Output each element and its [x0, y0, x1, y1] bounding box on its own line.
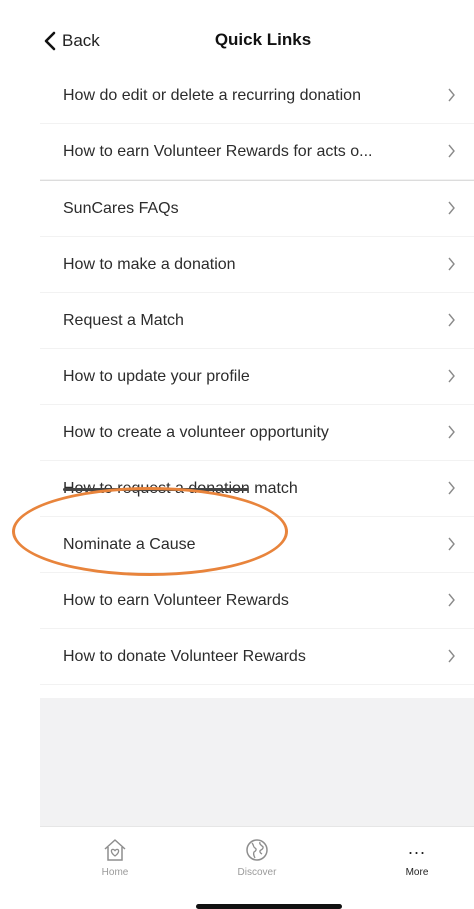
list-item-label: How to earn Volunteer Rewards [63, 591, 289, 609]
link-update-profile[interactable]: How to update your profile [40, 349, 474, 405]
chevron-right-icon [447, 481, 456, 500]
list-item-label: How to make a donation [63, 255, 236, 273]
more-dots-icon: ... [407, 838, 426, 858]
list-item-label: SunCares FAQs [63, 199, 179, 217]
list-item-label: Request a Match [63, 311, 184, 329]
list-item-label: How to create a volunteer opportunity [63, 423, 329, 441]
list-item-label: How to earn Volunteer Rewards for acts o… [63, 142, 373, 160]
chevron-right-icon [447, 313, 456, 332]
chevron-right-icon [447, 593, 456, 612]
chevron-right-icon [447, 537, 456, 556]
chevron-right-icon [447, 649, 456, 668]
tab-home-label: Home [101, 867, 129, 878]
link-earn-rewards-acts[interactable]: How to earn Volunteer Rewards for acts o… [40, 124, 474, 180]
page-title: Quick Links [214, 30, 312, 49]
tab-discover-label: Discover [237, 867, 277, 878]
tab-more[interactable]: ... More [377, 837, 457, 878]
empty-content-area [40, 698, 474, 826]
link-earn-volunteer-rewards[interactable]: How to earn Volunteer Rewards [40, 573, 474, 629]
link-create-volunteer-opportunity[interactable]: How to create a volunteer opportunity [40, 405, 474, 461]
list-item-label: How to update your profile [63, 367, 250, 385]
tab-home[interactable]: Home [75, 837, 155, 878]
link-donate-volunteer-rewards[interactable]: How to donate Volunteer Rewards [40, 629, 474, 685]
tab-more-label: More [405, 867, 429, 878]
list-item-label: How to donate Volunteer Rewards [63, 647, 306, 665]
chevron-right-icon [447, 144, 456, 163]
link-suncares-faqs[interactable]: SunCares FAQs [40, 180, 474, 237]
home-indicator [196, 904, 342, 909]
link-request-match[interactable]: Request a Match [40, 293, 474, 349]
tab-bar: Home Discover ... More [40, 826, 474, 909]
list-item-label: Nominate a Cause [63, 535, 196, 553]
chevron-right-icon [447, 369, 456, 388]
chevron-right-icon [447, 257, 456, 276]
globe-icon [217, 837, 297, 863]
list-item-label: How do edit or delete a recurring donati… [63, 86, 361, 104]
nav-header: Back Quick Links [0, 0, 474, 68]
link-edit-recurring-donation[interactable]: How do edit or delete a recurring donati… [40, 68, 474, 124]
tab-discover[interactable]: Discover [217, 837, 297, 878]
link-request-donation-match[interactable]: How to request a donation match [40, 461, 474, 517]
chevron-right-icon [447, 425, 456, 444]
quick-links-list: How do edit or delete a recurring donati… [40, 68, 474, 685]
link-make-donation[interactable]: How to make a donation [40, 237, 474, 293]
chevron-right-icon [447, 201, 456, 220]
chevron-right-icon [447, 88, 456, 107]
strikethrough-mark [63, 488, 248, 491]
home-heart-icon [75, 837, 155, 863]
link-nominate-cause[interactable]: Nominate a Cause [40, 517, 474, 573]
quick-links-screen: Back Quick Links How do edit or delete a… [0, 0, 474, 909]
